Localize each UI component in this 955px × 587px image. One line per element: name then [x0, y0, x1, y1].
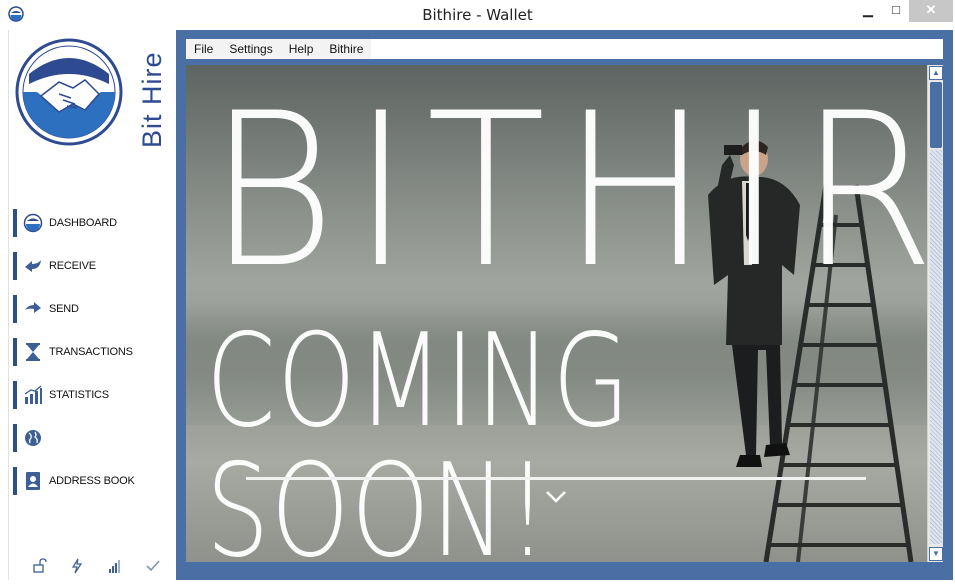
hero-subtitle: COMING SOON!	[206, 307, 632, 563]
nav-item-address-book[interactable]: ADDRESS BOOK	[13, 467, 173, 495]
hero-title: BITHIRE	[208, 67, 927, 314]
nav-label-address-book: ADDRESS BOOK	[49, 475, 135, 487]
scroll-down-button[interactable]: ▼	[929, 547, 943, 561]
check-icon[interactable]	[145, 558, 161, 574]
globe-icon	[25, 430, 41, 446]
minimize-button[interactable]: ▁	[855, 0, 881, 22]
nav-label-send: SEND	[49, 303, 79, 315]
nav-label-statistics: STATISTICS	[49, 389, 109, 401]
receive-arrow-icon	[25, 260, 41, 272]
nav-label-receive: RECEIVE	[49, 260, 96, 272]
bithire-logo: Bit Hire	[15, 38, 165, 148]
window-title: Bithire - Wallet	[422, 6, 533, 24]
nav-item-receive[interactable]: RECEIVE	[13, 252, 173, 280]
chevron-down-icon[interactable]	[544, 489, 568, 505]
status-bar-icons	[31, 558, 161, 574]
maximize-button[interactable]: □	[883, 0, 909, 22]
nav-label-transactions: TRANSACTIONS	[49, 346, 133, 358]
app-window: Bithire - Wallet ▁ □ ✕ Bit Hire DASHBOAR…	[0, 0, 955, 587]
main-panel: File Settings Help Bithire BITHI COMING …	[176, 30, 953, 580]
vertical-scrollbar[interactable]: ▲ ▼	[927, 65, 943, 562]
close-button[interactable]: ✕	[909, 0, 953, 22]
scroll-up-button[interactable]: ▲	[929, 66, 943, 80]
hero-divider	[246, 477, 866, 480]
menu-bithire[interactable]: Bithire	[321, 39, 372, 59]
menu-settings[interactable]: Settings	[221, 39, 281, 59]
hourglass-icon	[26, 343, 40, 361]
nav-item-dashboard[interactable]: DASHBOARD	[13, 209, 173, 237]
dashboard-icon	[23, 213, 43, 233]
nav-item-transactions[interactable]: TRANSACTIONS	[13, 338, 173, 366]
nav-label-dashboard: DASHBOARD	[49, 217, 117, 229]
menu-bar: File Settings Help Bithire	[186, 39, 943, 59]
signal-icon[interactable]	[107, 558, 123, 574]
lightning-icon[interactable]	[69, 558, 85, 574]
menu-help[interactable]: Help	[280, 39, 322, 59]
sidebar: Bit Hire DASHBOARD RECEIVE SEND TRANSACT…	[8, 30, 176, 580]
title-bar: Bithire - Wallet ▁ □ ✕	[0, 0, 955, 30]
logo-text: Bit Hire	[137, 51, 165, 148]
send-arrow-icon	[25, 302, 41, 313]
nav-item-send[interactable]: SEND	[13, 295, 173, 323]
coming-soon-banner: BITHIRE COMING SOON!	[186, 65, 927, 562]
bar-chart-icon	[24, 385, 42, 404]
scroll-thumb[interactable]	[930, 82, 942, 148]
address-book-icon	[26, 472, 40, 490]
scroll-track[interactable]	[930, 150, 942, 544]
menu-file[interactable]: File	[186, 39, 222, 59]
nav-item-statistics[interactable]: STATISTICS	[13, 381, 173, 409]
lock-icon[interactable]	[31, 558, 47, 574]
nav-item-globe[interactable]	[13, 424, 173, 452]
